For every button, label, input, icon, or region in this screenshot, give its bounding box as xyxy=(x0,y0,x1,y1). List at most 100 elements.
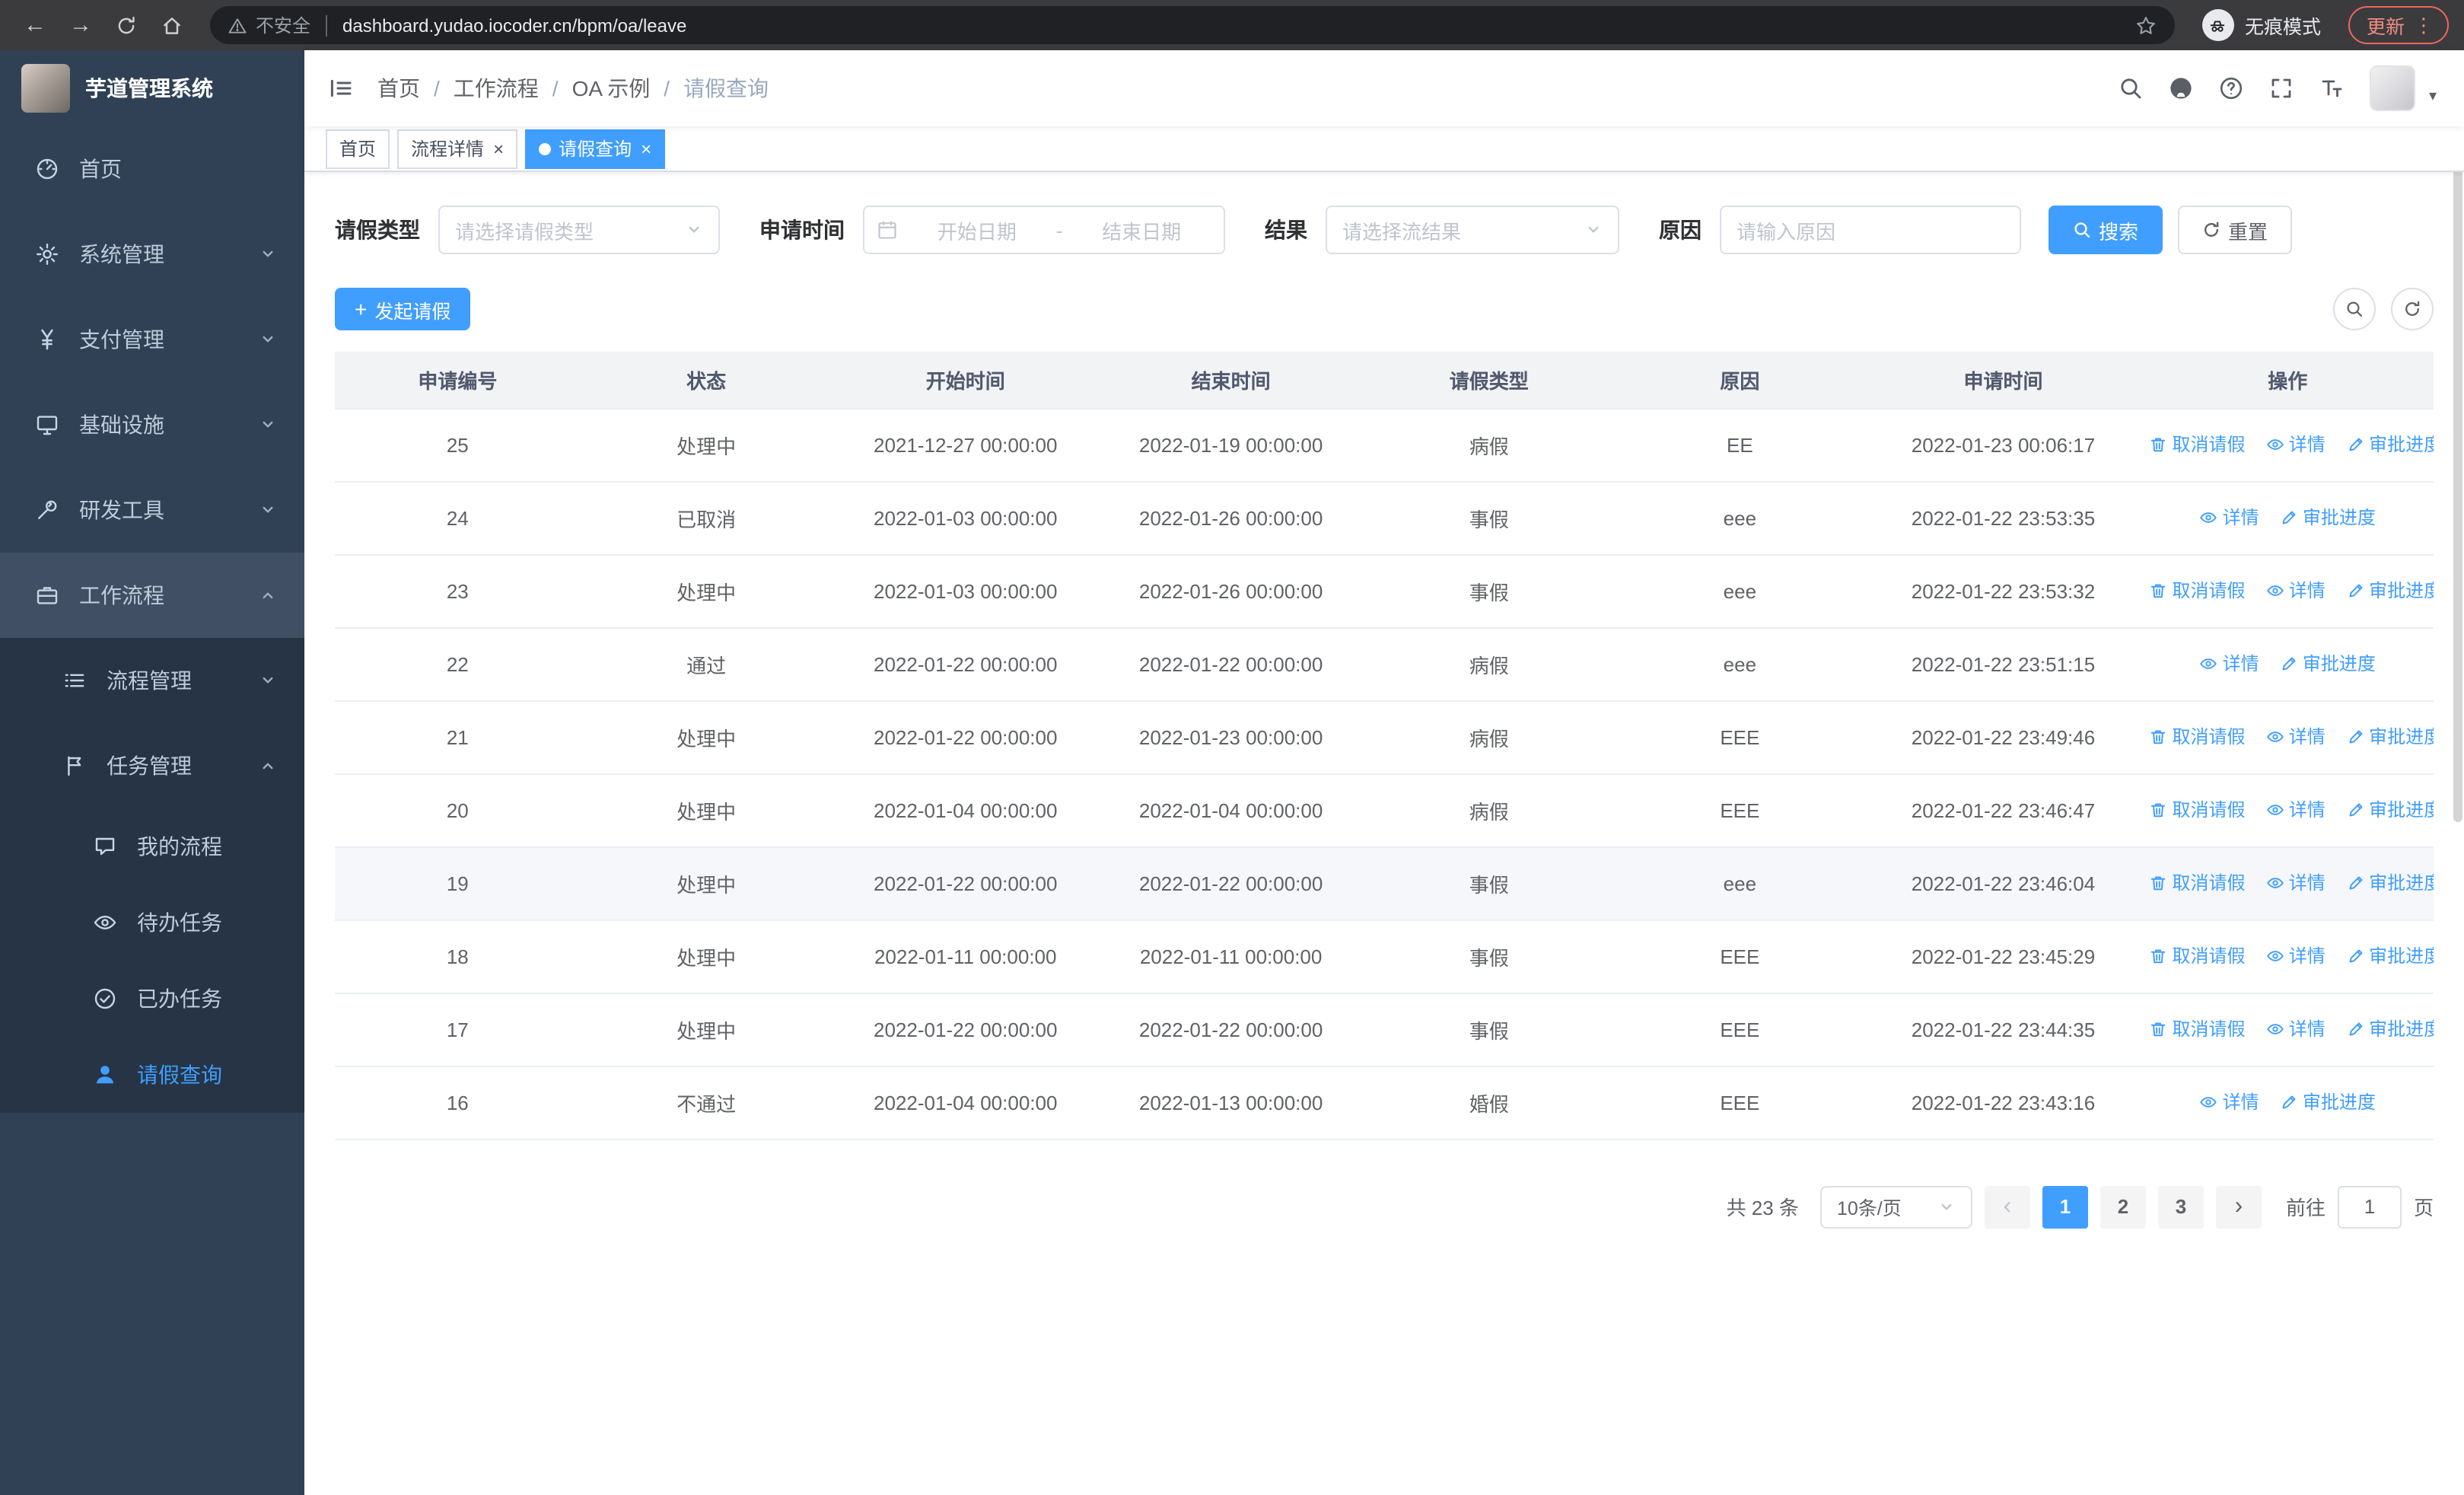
browser-menu-icon[interactable]: ⋮ xyxy=(2414,15,2434,35)
page-content: 请假类型 请选择请假类型 申请时间 开始日期 - 结束日期 结果 请选择流结果 … xyxy=(304,172,2464,1495)
table-row[interactable]: 18 处理中 2022-01-11 00:00:00 2022-01-11 00… xyxy=(335,920,2434,993)
leave-type-select[interactable]: 请选择请假类型 xyxy=(438,206,720,254)
close-icon[interactable]: × xyxy=(493,139,504,158)
cancel-leave-link[interactable]: 取消请假 xyxy=(2150,432,2246,457)
detail-link[interactable]: 详情 xyxy=(2200,1089,2259,1115)
progress-link[interactable]: 审批进度 xyxy=(2346,943,2434,969)
cancel-leave-link[interactable]: 取消请假 xyxy=(2150,797,2246,823)
table-row[interactable]: 23 处理中 2022-01-03 00:00:00 2022-01-26 00… xyxy=(335,554,2434,628)
tab-leave-query[interactable]: 请假查询 × xyxy=(525,129,666,168)
detail-link[interactable]: 详情 xyxy=(2266,870,2326,896)
detail-link[interactable]: 详情 xyxy=(2266,724,2326,750)
progress-link[interactable]: 审批进度 xyxy=(2280,651,2376,677)
browser-home-button[interactable] xyxy=(152,5,192,45)
table-row[interactable]: 17 处理中 2022-01-22 00:00:00 2022-01-22 00… xyxy=(335,993,2434,1066)
cancel-leave-label: 取消请假 xyxy=(2172,872,2246,894)
table-row[interactable]: 25 处理中 2021-12-27 00:00:00 2022-01-19 00… xyxy=(335,408,2434,482)
tab-process-detail[interactable]: 流程详情 × xyxy=(397,129,518,168)
tab-home[interactable]: 首页 xyxy=(326,129,390,168)
create-leave-button[interactable]: + 发起请假 xyxy=(335,288,471,330)
sidebar-item-my-process[interactable]: 我的流程 xyxy=(0,808,304,885)
page-size-select[interactable]: 10条/页 xyxy=(1819,1185,1972,1228)
detail-link[interactable]: 详情 xyxy=(2266,432,2326,457)
detail-link[interactable]: 详情 xyxy=(2266,943,2326,969)
sidebar-item-todo-task[interactable]: 待办任务 xyxy=(0,885,304,961)
apply-time-range-picker[interactable]: 开始日期 - 结束日期 xyxy=(863,206,1225,254)
sidebar-item-process-mgmt[interactable]: 流程管理 xyxy=(0,638,304,723)
breadcrumb-oa-example[interactable]: OA 示例 xyxy=(572,73,651,104)
toggle-search-button[interactable] xyxy=(2333,288,2376,330)
page-2-button[interactable]: 2 xyxy=(2099,1185,2146,1228)
progress-label: 审批进度 xyxy=(2302,653,2376,675)
table-tools xyxy=(2333,288,2434,330)
detail-link[interactable]: 详情 xyxy=(2266,1016,2326,1042)
table-row[interactable]: 16 不通过 2022-01-04 00:00:00 2022-01-13 00… xyxy=(335,1066,2434,1140)
detail-link[interactable]: 详情 xyxy=(2266,578,2326,604)
page-1-button[interactable]: 1 xyxy=(2042,1185,2088,1228)
cancel-leave-link[interactable]: 取消请假 xyxy=(2150,724,2246,750)
help-icon[interactable] xyxy=(2219,76,2243,100)
cancel-leave-link[interactable]: 取消请假 xyxy=(2150,870,2246,896)
browser-forward-button[interactable]: → xyxy=(61,5,100,45)
detail-link[interactable]: 详情 xyxy=(2266,797,2326,823)
sidebar-item-system[interactable]: 系统管理 xyxy=(0,212,304,297)
github-icon[interactable] xyxy=(2169,76,2193,100)
progress-link[interactable]: 审批进度 xyxy=(2280,505,2376,531)
security-label[interactable]: 不安全 xyxy=(256,12,310,38)
prev-page-button[interactable]: ‹ xyxy=(1984,1185,2030,1228)
cancel-leave-link[interactable]: 取消请假 xyxy=(2150,1016,2246,1042)
sidebar-item-done-task[interactable]: 已办任务 xyxy=(0,961,304,1037)
search-icon[interactable] xyxy=(2119,76,2143,100)
sidebar-item-pay[interactable]: 支付管理 xyxy=(0,297,304,382)
progress-link[interactable]: 审批进度 xyxy=(2346,724,2434,750)
sidebar-item-home[interactable]: 首页 xyxy=(0,126,304,212)
chevron-down-icon[interactable]: ▾ xyxy=(2429,88,2437,111)
table-row[interactable]: 24 已取消 2022-01-03 00:00:00 2022-01-26 00… xyxy=(335,481,2434,555)
cell-apply-time: 2022-01-22 23:53:32 xyxy=(1864,554,2142,628)
sidebar-collapse-button[interactable] xyxy=(329,76,353,100)
fullscreen-icon[interactable] xyxy=(2269,76,2294,100)
browser-reload-button[interactable] xyxy=(107,5,146,45)
sidebar-item-task-mgmt[interactable]: 任务管理 xyxy=(0,723,304,808)
close-icon[interactable]: × xyxy=(641,139,651,158)
breadcrumb-home[interactable]: 首页 xyxy=(377,73,420,104)
refresh-table-button[interactable] xyxy=(2391,288,2434,330)
progress-link[interactable]: 审批进度 xyxy=(2346,578,2434,604)
avatar[interactable] xyxy=(2369,65,2415,111)
page-scrollbar[interactable] xyxy=(2453,137,2462,822)
table-row[interactable]: 20 处理中 2022-01-04 00:00:00 2022-01-04 00… xyxy=(335,773,2434,847)
search-button[interactable]: 搜索 xyxy=(2049,206,2163,254)
browser-back-button[interactable]: ← xyxy=(15,5,55,45)
reason-input[interactable]: 请输入原因 xyxy=(1720,206,2021,254)
bookmark-star-icon[interactable] xyxy=(2135,14,2157,36)
reset-button[interactable]: 重置 xyxy=(2178,206,2293,254)
browser-update-button[interactable]: 更新 ⋮ xyxy=(2348,6,2449,44)
detail-link[interactable]: 详情 xyxy=(2200,651,2259,677)
cancel-leave-link[interactable]: 取消请假 xyxy=(2150,578,2246,604)
result-select[interactable]: 请选择流结果 xyxy=(1326,206,1619,254)
sidebar-item-dev[interactable]: 研发工具 xyxy=(0,467,304,553)
goto-page-input[interactable] xyxy=(2337,1185,2402,1228)
font-size-icon[interactable] xyxy=(2319,76,2344,100)
sidebar-item-infra[interactable]: 基础设施 xyxy=(0,382,304,467)
sidebar-item-workflow[interactable]: 工作流程 xyxy=(0,553,304,638)
page-3-button[interactable]: 3 xyxy=(2157,1185,2204,1228)
detail-link[interactable]: 详情 xyxy=(2200,505,2259,531)
dashboard-icon xyxy=(33,157,61,181)
progress-link[interactable]: 审批进度 xyxy=(2346,432,2434,457)
table-row[interactable]: 21 处理中 2022-01-22 00:00:00 2022-01-23 00… xyxy=(335,700,2434,774)
url-text[interactable]: dashboard.yudao.iocoder.cn/bpm/oa/leave xyxy=(342,14,686,36)
sidebar-item-leave-query[interactable]: 请假查询 xyxy=(0,1037,304,1113)
table-row[interactable]: 19 处理中 2022-01-22 00:00:00 2022-01-22 00… xyxy=(335,846,2434,920)
app-logo[interactable]: 芋道管理系统 xyxy=(0,50,304,126)
table-row[interactable]: 22 通过 2022-01-22 00:00:00 2022-01-22 00:… xyxy=(335,627,2434,701)
progress-link[interactable]: 审批进度 xyxy=(2280,1089,2376,1115)
cancel-leave-link[interactable]: 取消请假 xyxy=(2150,943,2246,969)
address-bar[interactable]: 不安全 dashboard.yudao.iocoder.cn/bpm/oa/le… xyxy=(210,6,2175,44)
breadcrumb-workflow[interactable]: 工作流程 xyxy=(454,73,539,104)
progress-link[interactable]: 审批进度 xyxy=(2346,870,2434,896)
progress-link[interactable]: 审批进度 xyxy=(2346,1016,2434,1042)
cell-apply-id: 24 xyxy=(335,481,581,555)
next-page-button[interactable]: › xyxy=(2215,1185,2262,1228)
progress-link[interactable]: 审批进度 xyxy=(2346,797,2434,823)
